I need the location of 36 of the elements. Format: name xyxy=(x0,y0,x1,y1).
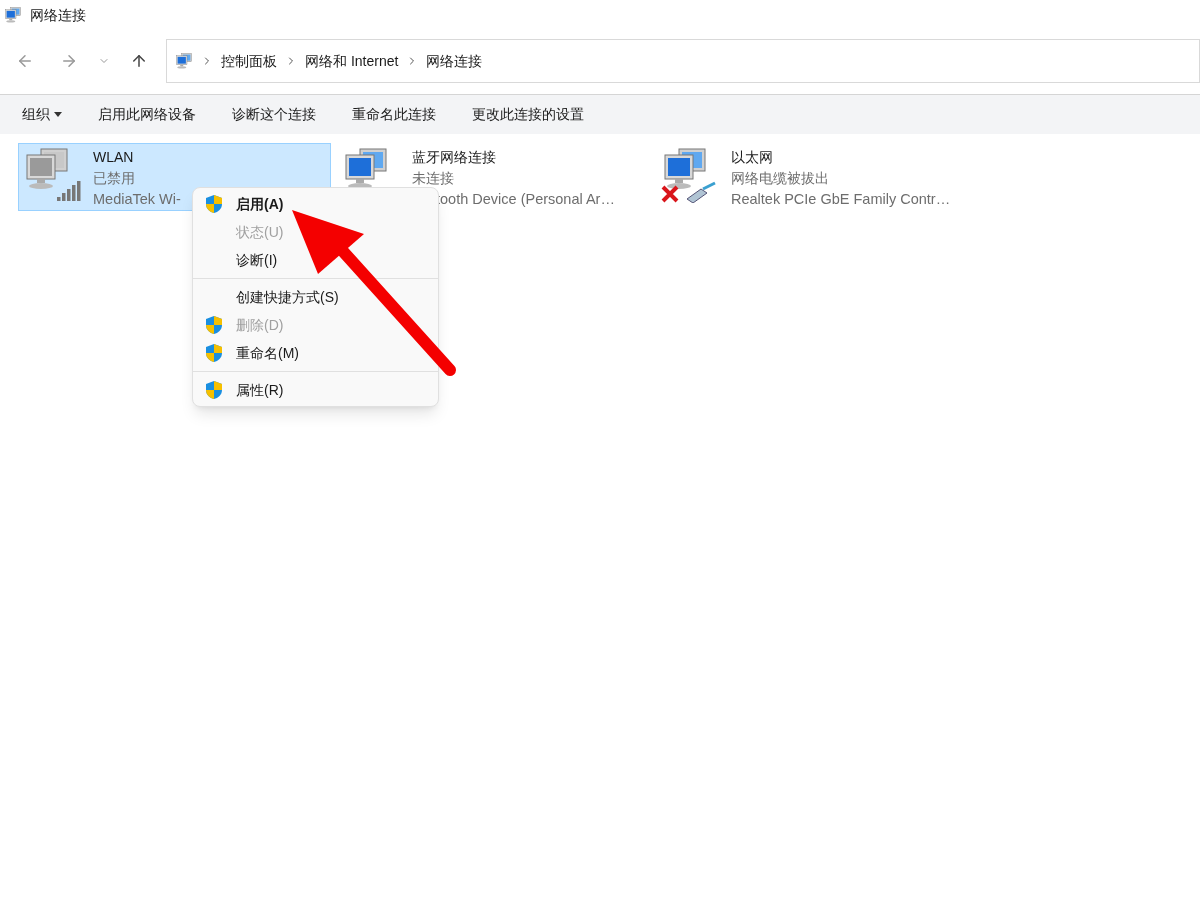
computer-icon xyxy=(23,147,71,191)
adapter-name: MediaTek Wi- xyxy=(93,190,181,209)
breadcrumb-item[interactable]: 网络连接 xyxy=(426,50,483,72)
address-bar[interactable]: 控制面板 网络和 Internet 网络连接 xyxy=(166,39,1200,83)
toolbar-button[interactable]: 重命名此连接 xyxy=(352,104,436,125)
up-button[interactable] xyxy=(130,52,148,70)
toolbar-button[interactable]: 更改此连接的设置 xyxy=(472,104,584,125)
toolbar-button[interactable]: 启用此网络设备 xyxy=(98,104,196,125)
caret-icon xyxy=(54,112,62,117)
connection-name: 蓝牙网络连接 xyxy=(412,148,497,167)
forward-button[interactable] xyxy=(60,52,78,70)
toolbar-button[interactable]: 诊断这个连接 xyxy=(232,104,316,125)
shield-icon xyxy=(205,194,223,214)
menu-item[interactable]: 创建快捷方式(S) xyxy=(196,283,435,311)
toolbar-button[interactable]: 组织 xyxy=(22,104,62,125)
menu-item[interactable]: 诊断(I) xyxy=(196,246,435,274)
back-button[interactable] xyxy=(16,52,34,70)
connection-item[interactable]: 以太网 网络电缆被拔出 Realtek PCIe GbE Family Contr… xyxy=(656,143,969,211)
adapter-name: Realtek PCIe GbE Family Contr… xyxy=(731,190,951,209)
window-title: 网络连接 xyxy=(30,5,86,25)
computer-icon xyxy=(661,147,709,191)
breadcrumb-item[interactable]: 网络和 Internet xyxy=(305,50,399,72)
signal-bars-icon xyxy=(57,181,83,203)
forward-arrow-icon xyxy=(60,52,78,70)
menu-item[interactable]: 属性(R) xyxy=(196,376,435,404)
breadcrumb-item[interactable]: 控制面板 xyxy=(221,50,277,72)
menu-item[interactable]: 重命名(M) xyxy=(196,339,435,367)
connection-status: 已禁用 xyxy=(93,169,136,188)
error-cross-icon xyxy=(661,185,679,203)
shield-icon xyxy=(205,380,223,400)
connection-name: 以太网 xyxy=(731,148,774,167)
shield-icon xyxy=(205,315,223,335)
connection-status: 未连接 xyxy=(412,169,455,188)
shield-icon xyxy=(205,343,223,363)
connection-status: 网络电缆被拔出 xyxy=(731,169,830,188)
connection-name: WLAN xyxy=(93,148,135,167)
